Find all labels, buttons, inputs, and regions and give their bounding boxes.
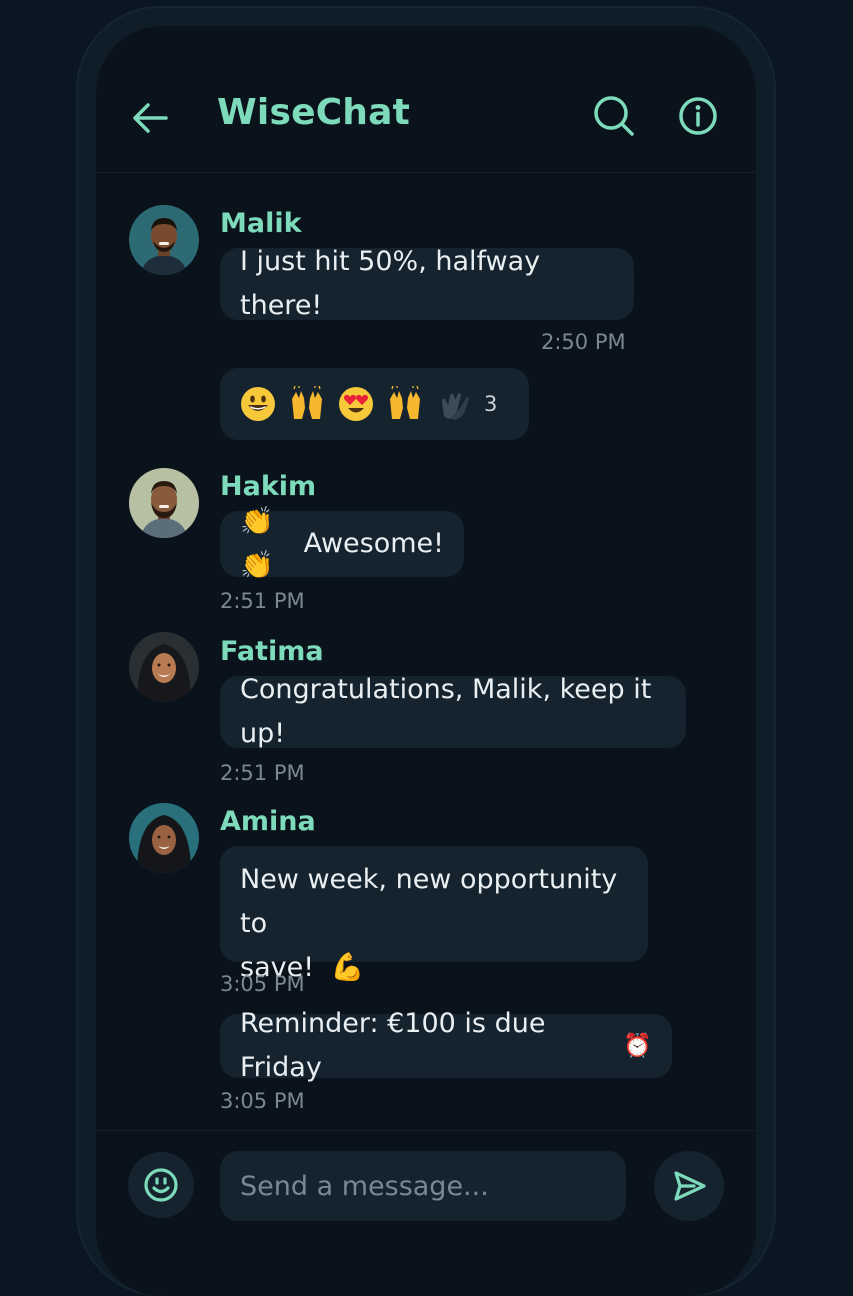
message-input[interactable] (220, 1151, 626, 1221)
chat-header: WiseChat (96, 26, 756, 173)
message-time: 2:51 PM (220, 761, 305, 785)
sender-name-hakim: Hakim (220, 471, 317, 502)
sender-name-fatima: Fatima (220, 636, 324, 667)
message-time: 2:51 PM (220, 589, 305, 613)
message-bubble[interactable]: I just hit 50%, halfway there! (220, 246, 634, 321)
chat-screen: WiseChat Malik I just hit 50%, halfway t… (96, 26, 756, 1296)
sender-name-amina: Amina (220, 806, 316, 837)
message-time: 3:05 PM (220, 972, 305, 996)
search-icon (594, 96, 634, 136)
message-bubble[interactable]: New week, new opportunity to save! 💪 (220, 846, 648, 983)
message-composer (96, 1130, 756, 1296)
info-button[interactable] (676, 94, 720, 138)
message-time: 3:05 PM (220, 1089, 305, 1113)
message-time: 2:50 PM (541, 330, 626, 354)
reaction-grinning[interactable] (240, 386, 276, 422)
info-icon (679, 97, 717, 135)
avatar-hakim[interactable] (129, 468, 199, 538)
reaction-raising-hands[interactable] (289, 385, 325, 422)
message-text: I just hit 50%, halfway there! (240, 246, 541, 321)
message-text: Congratulations, Malik, keep it up! (240, 674, 652, 749)
search-button[interactable] (592, 94, 636, 138)
flexed-biceps-emoji: 💪 (330, 952, 365, 983)
reaction-heart-eyes[interactable] (338, 386, 374, 422)
avatar-fatima[interactable] (129, 632, 199, 702)
message-text-line: New week, new opportunity to (240, 864, 618, 939)
reaction-clapping[interactable] (436, 386, 472, 422)
reaction-count: 3 (484, 392, 498, 416)
arrow-left-icon (133, 103, 168, 133)
send-button[interactable] (654, 1151, 724, 1221)
avatar-amina[interactable] (129, 803, 199, 873)
alarm-clock-emoji: ⏰ (623, 1033, 652, 1059)
message-text: Awesome! (303, 528, 444, 559)
chat-title: WiseChat (217, 92, 411, 133)
message-bubble[interactable]: Reminder: €100 is due Friday ⏰ (220, 1008, 672, 1083)
avatar-malik[interactable] (129, 205, 199, 275)
send-icon (674, 1171, 706, 1201)
clapping-hands-emoji: 👏👏 (240, 506, 274, 581)
smiley-icon (144, 1168, 178, 1202)
reaction-raising-hands[interactable] (387, 385, 423, 422)
message-bubble[interactable]: 👏👏 Awesome! (220, 506, 464, 581)
back-button[interactable] (128, 96, 172, 140)
sender-name-malik: Malik (220, 208, 302, 239)
reaction-bar[interactable]: 3 (220, 368, 529, 440)
message-text: Reminder: €100 is due Friday (240, 1008, 546, 1083)
emoji-button[interactable] (128, 1152, 194, 1218)
message-bubble[interactable]: Congratulations, Malik, keep it up! (220, 674, 686, 749)
